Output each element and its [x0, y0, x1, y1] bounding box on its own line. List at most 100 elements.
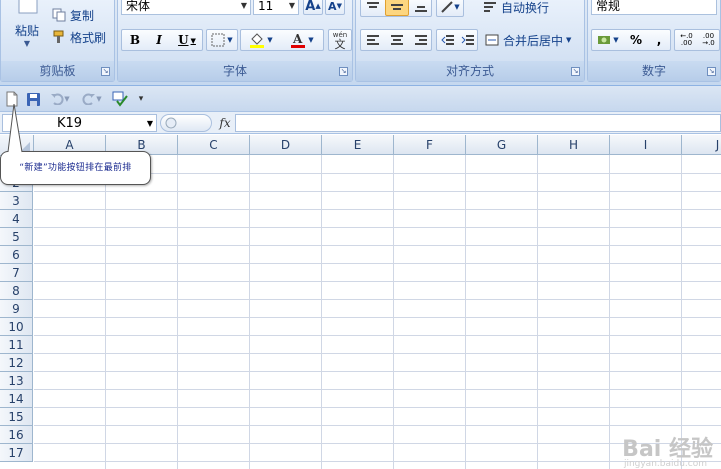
row-header-11[interactable]: 11	[0, 336, 33, 354]
undo-button[interactable]: ▼	[46, 90, 74, 108]
gridline-horizontal	[34, 407, 721, 408]
column-header-e[interactable]: E	[322, 135, 394, 155]
underline-button[interactable]: U ▼	[172, 31, 202, 49]
name-box-resize-handle[interactable]	[160, 114, 212, 132]
row-header-7[interactable]: 7	[0, 264, 33, 282]
fill-color-button[interactable]: ▼	[243, 31, 279, 49]
accounting-format-button[interactable]: ▼	[593, 31, 623, 49]
number-group-title: 数字	[588, 61, 720, 81]
gridline-vertical	[537, 155, 538, 469]
callout-text: “新建”功能按钮排在最前排	[19, 163, 132, 173]
gridline-horizontal	[34, 227, 721, 228]
wrap-text-label: 自动换行	[501, 0, 550, 15]
row-header-8[interactable]: 8	[0, 282, 33, 300]
comma-button[interactable]: ,	[648, 31, 670, 49]
callout-pointer	[7, 104, 23, 154]
increase-indent-button[interactable]	[458, 31, 477, 49]
decrease-decimal-button[interactable]: .00 →.0	[698, 31, 719, 49]
row-header-17[interactable]: 17	[0, 444, 33, 462]
row-header-9[interactable]: 9	[0, 300, 33, 318]
row-header-4[interactable]: 4	[0, 210, 33, 228]
format-painter-icon	[53, 30, 64, 43]
column-header-c[interactable]: C	[178, 135, 250, 155]
decrease-indent-icon	[440, 35, 454, 45]
row-header-15[interactable]: 15	[0, 408, 33, 426]
align-middle-button[interactable]	[385, 0, 409, 16]
phonetic-button[interactable]: wén 文	[328, 29, 352, 51]
spell-check-icon	[112, 91, 128, 107]
shrink-font-button[interactable]: A ▼	[325, 0, 345, 15]
wrap-text-icon	[484, 2, 496, 12]
gridline-vertical	[177, 155, 178, 469]
gridline-vertical	[249, 155, 250, 469]
row-header-14[interactable]: 14	[0, 390, 33, 408]
align-top-button[interactable]	[362, 0, 384, 16]
gridline-horizontal	[34, 245, 721, 246]
align-left-button[interactable]	[362, 31, 384, 49]
row-header-3[interactable]: 3	[0, 192, 33, 210]
row-header-5[interactable]: 5	[0, 228, 33, 246]
borders-button[interactable]: ▼	[206, 29, 238, 51]
spell-check-button[interactable]	[110, 90, 130, 108]
save-button[interactable]	[24, 90, 42, 108]
save-icon	[26, 92, 40, 106]
grow-font-label: A	[305, 0, 316, 14]
number-format-select[interactable]: 常规	[591, 0, 717, 15]
gridline-vertical	[321, 155, 322, 469]
gridline-vertical	[681, 155, 682, 469]
copy-icon	[52, 8, 66, 22]
worksheet-grid[interactable]: ABCDEFGHIJ 1234567891011121314151617	[0, 135, 721, 469]
column-header-g[interactable]: G	[466, 135, 538, 155]
font-size-value: 11	[258, 0, 274, 13]
wrap-text-button[interactable]: 自动换行	[482, 0, 582, 17]
redo-button[interactable]: ▼	[78, 90, 106, 108]
number-launcher-icon[interactable]: ↘	[707, 67, 716, 76]
row-header-13[interactable]: 13	[0, 372, 33, 390]
row-header-10[interactable]: 10	[0, 318, 33, 336]
format-painter-button[interactable]: 格式刷	[51, 28, 113, 46]
row-header-6[interactable]: 6	[0, 246, 33, 264]
gridline-horizontal	[34, 263, 721, 264]
copy-button[interactable]: 复制	[51, 6, 111, 24]
decrease-indent-button[interactable]	[438, 31, 457, 49]
clipboard-launcher-icon[interactable]: ↘	[101, 67, 110, 76]
orientation-button[interactable]: ▼	[436, 0, 464, 17]
increase-decimal-button[interactable]: ←.0.00	[676, 31, 697, 49]
font-size-select[interactable]: 11 ▼	[253, 0, 299, 15]
customize-qat-button[interactable]: ▾	[134, 90, 148, 108]
row-header-16[interactable]: 16	[0, 426, 33, 444]
copy-label: 复制	[70, 8, 95, 23]
column-header-f[interactable]: F	[394, 135, 466, 155]
paste-button[interactable]: 粘贴 ▼	[7, 22, 47, 48]
undo-icon	[51, 93, 64, 105]
alignment-launcher-icon[interactable]: ↘	[571, 67, 580, 76]
align-bottom-button[interactable]	[410, 0, 432, 16]
font-launcher-icon[interactable]: ↘	[339, 67, 348, 76]
chevron-down-icon: ▼	[240, 1, 248, 10]
font-style-buttons: B I U ▼	[121, 29, 203, 51]
insert-function-button[interactable]: fx	[216, 115, 234, 131]
currency-icon	[598, 36, 611, 44]
align-center-button[interactable]	[385, 31, 409, 49]
align-right-icon	[415, 35, 427, 45]
formula-input[interactable]	[235, 114, 721, 132]
merge-center-button[interactable]: 合并后居中 ▼	[484, 30, 582, 50]
font-color-button[interactable]: A ▼	[283, 31, 321, 49]
bold-button[interactable]: B	[124, 31, 146, 49]
paste-icon[interactable]	[15, 0, 41, 16]
font-name-select[interactable]: 宋体 ▼	[121, 0, 251, 15]
column-header-j[interactable]: J	[682, 135, 721, 155]
column-header-i[interactable]: I	[610, 135, 682, 155]
gridline-vertical	[609, 155, 610, 469]
column-header-h[interactable]: H	[538, 135, 610, 155]
chevron-down-icon: ▼	[288, 1, 296, 10]
grow-font-button[interactable]: A ▲	[303, 0, 323, 15]
gridline-horizontal	[34, 371, 721, 372]
percent-button[interactable]: %	[625, 31, 647, 49]
gridline-horizontal	[34, 353, 721, 354]
column-header-d[interactable]: D	[250, 135, 322, 155]
italic-button[interactable]: I	[148, 31, 170, 49]
row-header-12[interactable]: 12	[0, 354, 33, 372]
quick-access-toolbar: ▼ ▼ ▾	[0, 86, 721, 112]
align-right-button[interactable]	[410, 31, 432, 49]
